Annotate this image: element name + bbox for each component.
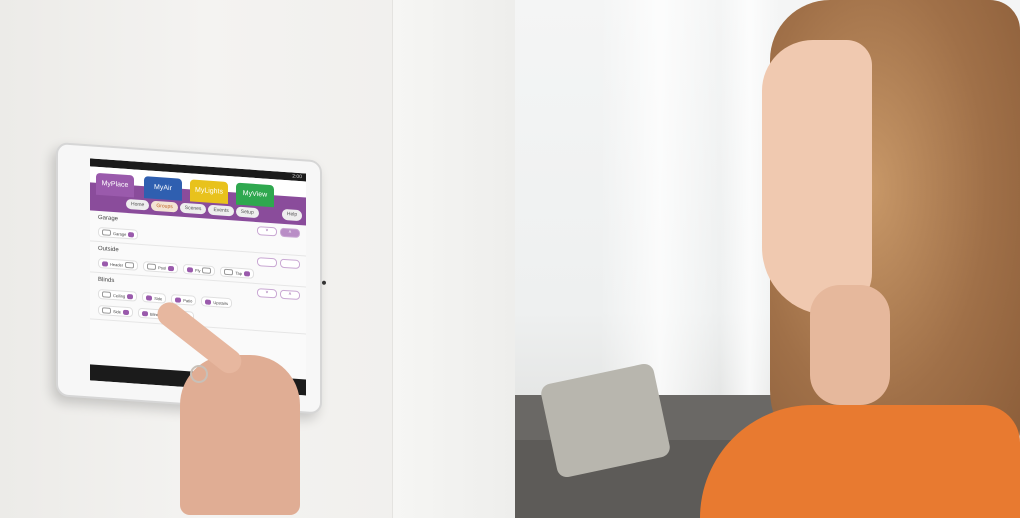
curtain xyxy=(600,0,720,400)
nav-events[interactable]: Events xyxy=(208,204,234,217)
help-button[interactable]: Help xyxy=(282,208,302,222)
item-label: Fly xyxy=(195,267,201,273)
list-item[interactable]: Ceiling xyxy=(98,288,138,302)
item-label: Garage xyxy=(113,230,127,237)
group-controls: ˅ ˄ xyxy=(257,226,300,239)
off-button[interactable] xyxy=(257,257,277,268)
woman-face xyxy=(762,40,872,315)
toggle-button[interactable] xyxy=(243,270,250,277)
toggle-button[interactable] xyxy=(123,309,130,315)
toggle-button[interactable] xyxy=(102,260,108,267)
nav-groups[interactable]: Groups xyxy=(151,200,178,213)
wall-edge xyxy=(392,0,515,518)
chevron-up-icon[interactable]: ˄ xyxy=(280,227,300,239)
item-label: Pool xyxy=(158,264,167,271)
tab-myview[interactable]: MyView xyxy=(236,182,274,208)
device-icon xyxy=(102,307,111,314)
device-icon xyxy=(125,261,135,269)
nav-setup[interactable]: Setup xyxy=(235,206,259,219)
toggle-button[interactable] xyxy=(142,310,149,316)
hand xyxy=(152,295,330,518)
tab-mylights[interactable]: MyLights xyxy=(190,179,228,205)
camera-dot xyxy=(322,280,326,285)
on-button[interactable] xyxy=(280,258,300,270)
list-item[interactable]: Pool xyxy=(143,261,179,274)
toggle-button[interactable] xyxy=(127,293,134,299)
list-item[interactable]: Side xyxy=(98,304,134,318)
toggle-button[interactable] xyxy=(146,294,153,301)
list-item[interactable]: Tap xyxy=(220,266,254,279)
list-item[interactable]: Fly xyxy=(183,263,216,277)
item-label: Side xyxy=(113,308,122,315)
device-icon xyxy=(102,291,111,298)
tab-myair[interactable]: MyAir xyxy=(144,176,182,201)
toggle-button[interactable] xyxy=(168,265,175,271)
ring xyxy=(190,365,208,383)
device-icon xyxy=(224,268,234,276)
status-time: 2:00 xyxy=(292,173,302,181)
item-label: Ceiling xyxy=(113,292,126,299)
nav-scenes[interactable]: Scenes xyxy=(179,202,207,215)
group-controls xyxy=(257,257,300,270)
woman-neck xyxy=(810,285,890,405)
list-item[interactable]: Header xyxy=(98,257,139,271)
tab-myplace[interactable]: MyPlace xyxy=(96,172,134,198)
toggle-button[interactable] xyxy=(128,231,135,237)
item-label: Tap xyxy=(235,270,242,276)
toggle-button[interactable] xyxy=(187,266,194,273)
photo-scene: 2:00 MyPlace MyAir MyLights MyView Home … xyxy=(0,0,1020,518)
list-item[interactable]: Garage xyxy=(98,226,139,240)
device-icon xyxy=(147,263,157,271)
chevron-down-icon[interactable]: ˅ xyxy=(257,226,277,237)
device-icon xyxy=(202,267,212,274)
device-icon xyxy=(102,229,111,236)
nav-home[interactable]: Home xyxy=(126,198,150,211)
item-label: Header xyxy=(110,261,124,268)
